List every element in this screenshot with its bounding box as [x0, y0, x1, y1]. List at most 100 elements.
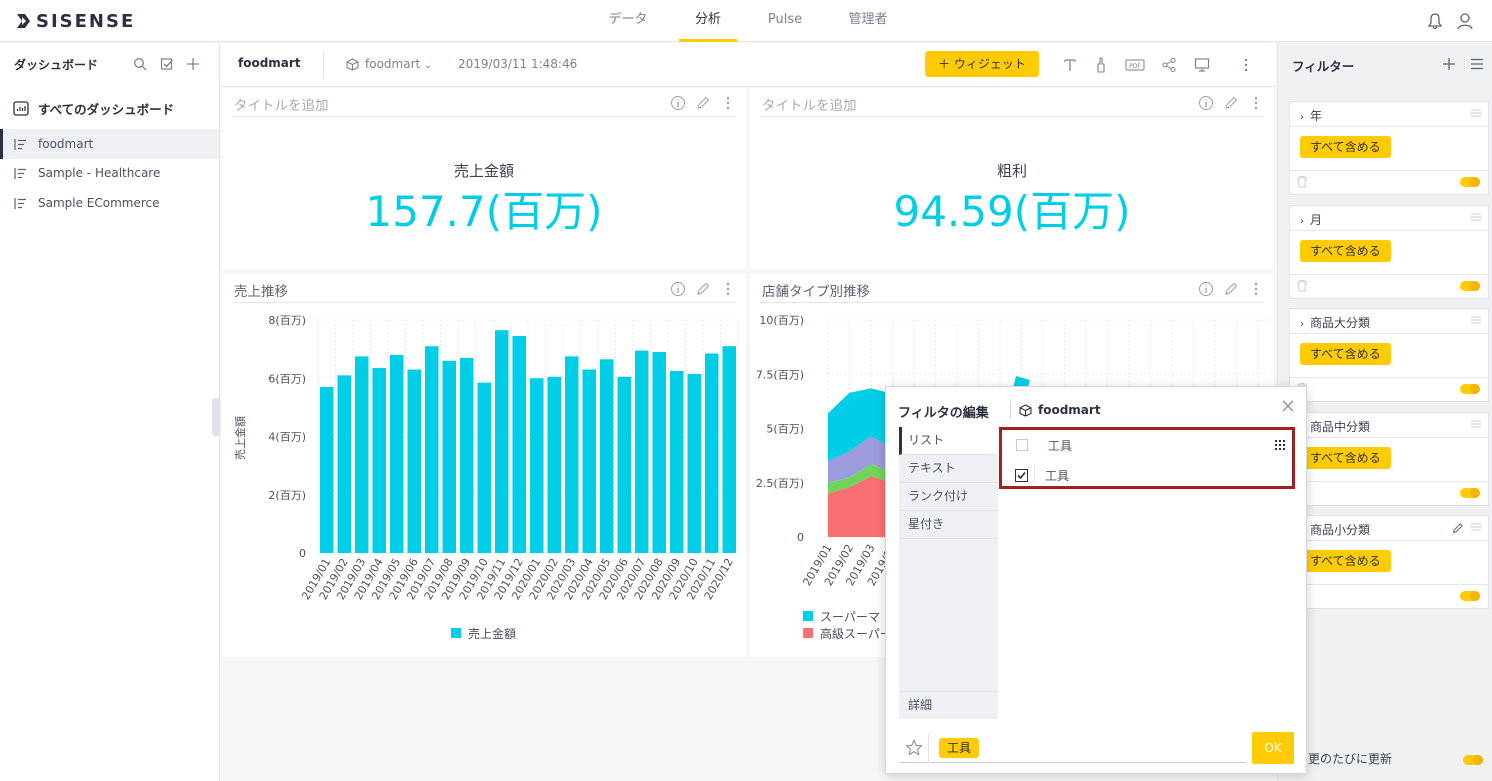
text-icon[interactable]: [1062, 57, 1078, 73]
more-vertical-icon[interactable]: [1238, 57, 1254, 73]
widget-title[interactable]: タイトルを追加: [234, 94, 329, 114]
chevron-right-icon: ›: [1300, 215, 1304, 227]
add-widget-button[interactable]: ＋ ウィジェット: [925, 51, 1039, 77]
filter-enabled-toggle[interactable]: [1460, 280, 1480, 291]
filter-value-pill[interactable]: すべて含める: [1300, 239, 1391, 262]
widget-title[interactable]: タイトルを追加: [762, 94, 857, 114]
filter-value-pill[interactable]: すべて含める: [1300, 343, 1391, 365]
collapse-handle[interactable]: [212, 398, 220, 436]
widget-title[interactable]: 店舗タイプ別推移: [762, 280, 870, 300]
more-vertical-icon[interactable]: [1248, 95, 1264, 111]
favorite-toggle[interactable]: [899, 733, 929, 763]
filter-card-category-large[interactable]: › 商品大分類すべて含める: [1289, 308, 1489, 402]
drag-handle-icon[interactable]: [1470, 419, 1482, 429]
filter-title[interactable]: › 年: [1300, 107, 1322, 124]
sidebar-item-healthcare[interactable]: Sample - Healthcare: [0, 158, 219, 188]
tab-analytics[interactable]: 分析: [679, 0, 737, 42]
chart-widget-sales-trend[interactable]: 売上推移 0 2(百万) 4(百万) 6(百万) 8(百万) 売上金額 2019/01 201…: [222, 274, 746, 657]
filter-type-tabs: リスト テキスト ランク付け 星付き 詳細: [899, 427, 998, 719]
checklist-icon[interactable]: [160, 57, 174, 71]
filter-value-pill[interactable]: すべて含める: [1300, 446, 1391, 469]
filter-value-pill[interactable]: すべて含める: [1300, 136, 1391, 158]
drag-handle-icon[interactable]: [1470, 315, 1482, 325]
edit-pencil-icon[interactable]: [695, 95, 711, 111]
paintbrush-icon[interactable]: [1093, 57, 1109, 73]
tab-admin[interactable]: 管理者: [840, 0, 896, 42]
filter-enabled-toggle[interactable]: [1460, 384, 1480, 394]
drag-handle-icon[interactable]: [1470, 108, 1482, 118]
tab-list[interactable]: リスト: [899, 427, 998, 455]
checkbox-unchecked[interactable]: [1016, 439, 1028, 451]
filter-card-year[interactable]: › 年すべて含める: [1289, 101, 1489, 195]
filter-title[interactable]: ›商品中分類: [1300, 418, 1370, 435]
selected-member-pill[interactable]: 工具: [939, 738, 980, 758]
filter-title[interactable]: ›商品小分類: [1300, 521, 1370, 538]
bar: [722, 346, 736, 553]
edit-pencil-icon[interactable]: [1223, 281, 1239, 297]
more-vertical-icon[interactable]: [1248, 281, 1264, 297]
filter-card-category-small[interactable]: ›商品小分類すべて含める: [1289, 515, 1489, 609]
user-icon[interactable]: [1456, 12, 1474, 30]
kpi-widget-sales[interactable]: タイトルを追加 売上金額 157.7(百万): [222, 88, 746, 269]
list-item[interactable]: 工具: [1002, 461, 1292, 489]
filter-enabled-toggle[interactable]: [1460, 591, 1480, 601]
selection-bar: 工具: [899, 733, 1295, 763]
filter-enabled-toggle[interactable]: [1460, 487, 1480, 498]
edit-pencil-icon[interactable]: [1223, 95, 1239, 111]
info-icon[interactable]: [1198, 95, 1214, 111]
tab-pulse[interactable]: Pulse: [760, 0, 810, 42]
ok-button[interactable]: OK: [1252, 732, 1294, 764]
drag-handle-icon[interactable]: [1470, 522, 1482, 532]
drag-handle-icon[interactable]: [1470, 212, 1482, 222]
tab-text[interactable]: テキスト: [899, 455, 998, 483]
filter-title[interactable]: › 商品大分類: [1300, 314, 1370, 331]
checkbox-checked[interactable]: [1015, 469, 1028, 482]
trash-icon[interactable]: [1296, 175, 1308, 188]
info-icon[interactable]: [1198, 281, 1214, 297]
more-vertical-icon[interactable]: [720, 95, 736, 111]
share-icon[interactable]: [1161, 57, 1177, 73]
info-icon[interactable]: [670, 95, 686, 111]
tab-advanced[interactable]: 詳細: [899, 691, 998, 719]
filter-card-month[interactable]: › 月すべて含める: [1289, 204, 1489, 299]
bar: [425, 346, 439, 553]
widget-actions: [670, 95, 740, 111]
auto-refresh-toggle[interactable]: [1463, 755, 1483, 765]
search-icon[interactable]: [133, 57, 147, 71]
grid-dots-icon[interactable]: [1275, 440, 1285, 450]
sidebar-item-ecommerce[interactable]: Sample ECommerce: [0, 188, 219, 218]
edit-pencil-icon[interactable]: [695, 281, 711, 297]
bell-icon[interactable]: [1426, 12, 1444, 30]
kpi-widget-gross-profit[interactable]: タイトルを追加 粗利 94.59(百万): [750, 88, 1274, 269]
sidebar-item-foodmart[interactable]: foodmart: [0, 129, 219, 159]
all-dashboards-link[interactable]: すべてのダッシュボード: [0, 93, 219, 123]
filter-title-text: 月: [1310, 212, 1323, 227]
pdf-icon[interactable]: PDF: [1125, 57, 1145, 73]
widget-title[interactable]: 売上推移: [234, 280, 288, 300]
selection-underline: [930, 762, 1246, 763]
edit-pencil-icon[interactable]: [1452, 522, 1464, 534]
add-icon[interactable]: [186, 57, 200, 71]
last-updated: 2019/03/11 1:48:46: [458, 57, 578, 71]
bar: [512, 336, 526, 553]
bar: [337, 375, 351, 553]
filter-title[interactable]: › 月: [1300, 211, 1322, 228]
list-item[interactable]: 工具: [1002, 431, 1292, 459]
filter-enabled-toggle[interactable]: [1460, 177, 1480, 187]
filter-divider: [1290, 170, 1488, 171]
more-vertical-icon[interactable]: [720, 281, 736, 297]
monitor-icon[interactable]: [1194, 57, 1210, 73]
trash-icon[interactable]: [1296, 279, 1308, 292]
widget-title-divider: [232, 302, 736, 303]
tab-starred[interactable]: 星付き: [899, 511, 998, 539]
filter-value-pill[interactable]: すべて含める: [1300, 550, 1391, 572]
tab-data[interactable]: データ: [600, 0, 656, 42]
close-icon[interactable]: [1281, 399, 1295, 413]
tab-ranking[interactable]: ランク付け: [899, 483, 998, 511]
add-filter-icon[interactable]: [1442, 57, 1456, 71]
info-icon[interactable]: [670, 281, 686, 297]
datasource-selector[interactable]: foodmart ⌄: [365, 57, 432, 71]
filter-card-category-middle[interactable]: ›商品中分類すべて含める: [1289, 411, 1489, 506]
sisense-logo[interactable]: SISENSE: [16, 11, 135, 32]
menu-icon[interactable]: [1470, 58, 1484, 70]
